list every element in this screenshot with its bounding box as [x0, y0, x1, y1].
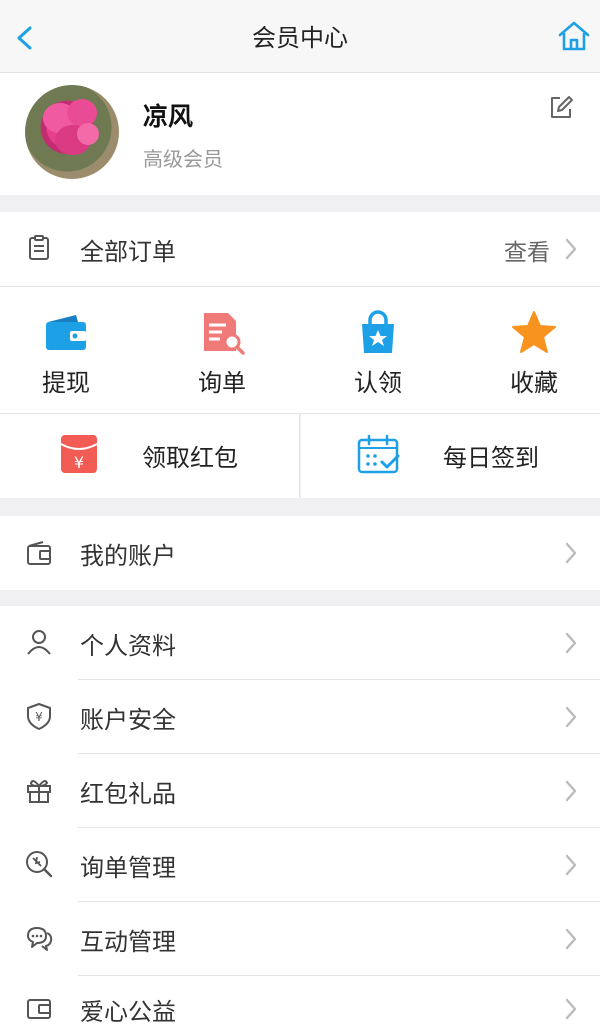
chevron-right-icon — [565, 632, 577, 654]
my-account-row[interactable]: 我的账户 — [0, 516, 600, 590]
avatar[interactable] — [25, 85, 119, 179]
chat-icon — [27, 927, 53, 951]
shopping-bag-icon — [362, 310, 394, 353]
my-account-label: 我的账户 — [80, 542, 176, 570]
claim-button[interactable]: 认领 — [318, 309, 438, 398]
charity-wallet-icon — [27, 999, 51, 1019]
star-icon — [512, 311, 556, 353]
shield-yen-icon: ¥ — [27, 703, 51, 730]
chevron-right-icon — [565, 238, 577, 260]
top-navigation-bar: 会员中心 — [0, 0, 600, 73]
clipboard-icon — [29, 235, 49, 260]
list-item-security[interactable]: ¥ 账户安全 — [0, 680, 600, 753]
view-orders-link[interactable]: 查看 — [504, 233, 550, 267]
red-envelope-button[interactable]: ¥ 领取红包 — [0, 414, 299, 498]
calendar-check-icon — [357, 434, 400, 474]
list-item-inquiry-management[interactable]: 询单管理 — [0, 828, 600, 901]
red-envelope-label: 领取红包 — [142, 444, 238, 472]
page-title: 会员中心 — [252, 24, 348, 52]
list-item-profile[interactable]: 个人资料 — [0, 606, 600, 679]
chevron-right-icon — [565, 928, 577, 950]
gifts-label: 红包礼品 — [80, 780, 176, 808]
chevron-right-icon — [565, 998, 577, 1020]
withdraw-button[interactable]: 提现 — [6, 309, 126, 398]
chevron-right-icon — [565, 542, 577, 564]
withdraw-label: 提现 — [42, 369, 90, 397]
list-item-gifts[interactable]: 红包礼品 — [0, 754, 600, 827]
interaction-management-label: 互动管理 — [80, 928, 176, 956]
edit-icon[interactable] — [548, 95, 574, 121]
security-label: 账户安全 — [80, 706, 176, 734]
svg-text:¥: ¥ — [74, 453, 84, 472]
home-icon[interactable] — [556, 18, 592, 54]
profile-card[interactable]: 凉风 高级会员 — [0, 73, 600, 195]
favorites-label: 收藏 — [510, 369, 558, 397]
all-orders-row[interactable]: 全部订单 查看 — [0, 212, 600, 286]
all-orders-label: 全部订单 — [80, 238, 176, 266]
inquiry-search-icon — [26, 851, 53, 878]
list-item-charity[interactable]: 爱心公益 — [0, 976, 600, 1025]
user-name: 凉风 — [143, 102, 194, 131]
quick-actions-bar: 提现 询单 认领 收藏 — [0, 286, 600, 414]
inquiry-button[interactable]: 询单 — [162, 309, 282, 398]
wallet-icon — [46, 315, 86, 350]
inquiry-management-label: 询单管理 — [80, 854, 176, 882]
user-icon — [27, 630, 51, 655]
list-item-interaction-management[interactable]: 互动管理 — [0, 902, 600, 975]
member-level: 高级会员 — [143, 147, 223, 171]
profile-label: 个人资料 — [80, 632, 176, 660]
wallet-outline-icon — [27, 541, 51, 565]
inquiry-label: 询单 — [198, 369, 246, 397]
svg-text:¥: ¥ — [35, 710, 43, 724]
charity-label: 爱心公益 — [80, 998, 176, 1025]
chevron-right-icon — [565, 706, 577, 728]
chevron-right-icon — [565, 780, 577, 802]
chevron-right-icon — [565, 854, 577, 876]
red-envelope-icon: ¥ — [60, 435, 98, 473]
settings-menu-list: 个人资料 ¥ 账户安全 红包礼品 询单管理 互动管理 爱心公益 — [0, 606, 600, 1025]
gift-icon — [27, 780, 51, 803]
daily-checkin-button[interactable]: 每日签到 — [301, 414, 600, 498]
favorites-button[interactable]: 收藏 — [474, 309, 594, 398]
divider — [299, 414, 300, 498]
claim-label: 认领 — [354, 369, 402, 397]
inquiry-icon — [204, 313, 245, 355]
daily-checkin-label: 每日签到 — [443, 444, 539, 472]
